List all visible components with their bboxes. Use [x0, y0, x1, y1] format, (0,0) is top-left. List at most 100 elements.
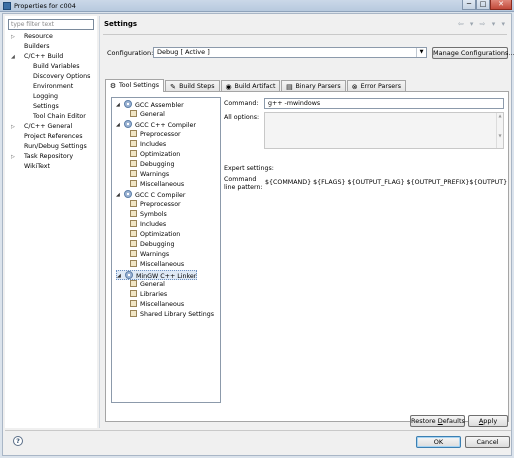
sidebar-item[interactable]: ▷ C/C++ General — [5, 122, 97, 132]
tool-tree-label: Warnings — [140, 171, 170, 178]
sidebar-item[interactable]: Build Variables — [5, 62, 97, 72]
tool-tree-tool[interactable]: ◢ GCC C Compiler — [116, 190, 185, 200]
category-tree: ▷ Resource Builders ◢ C/C++ Build Build Varia… — [5, 32, 97, 172]
tool-tree-label: Libraries — [140, 291, 168, 298]
tool-tree-label: Miscellaneous — [140, 301, 185, 308]
tool-tree-page[interactable]: Miscellaneous — [130, 260, 184, 270]
tool-tree-label: General — [140, 111, 165, 118]
ok-button[interactable]: OK — [416, 436, 461, 448]
tab-icon: ✎ — [170, 83, 176, 91]
restore-label-pre: Restore — [411, 417, 438, 425]
expand-arrow-icon[interactable]: ▷ — [11, 122, 15, 132]
tool-tree-label: GCC C++ Compiler — [135, 122, 196, 129]
tool-tree-tool[interactable]: ◢ GCC Assembler — [116, 100, 184, 110]
tab-label: Tool Settings — [119, 82, 160, 89]
history-nav-arrows[interactable]: ⇦ ▾ ⇨ ▾ ▾ — [458, 20, 507, 28]
gear-icon — [124, 100, 132, 108]
restore-defaults-button[interactable]: Restore Defaults — [410, 415, 465, 427]
all-options-scrollbar[interactable]: ▲ ▼ — [496, 113, 503, 148]
tool-tree-page[interactable]: Preprocessor — [130, 200, 181, 210]
tool-tree-page[interactable]: Libraries — [130, 290, 167, 300]
sidebar-item[interactable]: Builders — [5, 42, 97, 52]
tool-tree-label: Optimization — [140, 231, 181, 238]
chevron-down-icon[interactable]: ▼ — [416, 48, 426, 57]
settings-page: Settings ⇦ ▾ ⇨ ▾ ▾ Configuration: Debug … — [101, 16, 514, 428]
manage-configurations-button[interactable]: Manage Configurations... — [432, 47, 514, 59]
expand-arrow-icon[interactable]: ▷ — [11, 32, 15, 42]
apply-label-post: pply — [483, 417, 498, 425]
sidebar-item-label: WikiText — [24, 163, 50, 170]
sidebar-item[interactable]: Run/Debug Settings — [5, 142, 97, 152]
tool-tree-page[interactable]: Warnings — [130, 250, 169, 260]
sidebar-item-label: C/C++ General — [24, 123, 73, 130]
page-icon — [130, 210, 137, 217]
sidebar-item-label: Tool Chain Editor — [33, 113, 86, 120]
cancel-button[interactable]: Cancel — [465, 436, 510, 448]
sidebar-item[interactable]: Logging — [5, 92, 97, 102]
page-icon — [130, 310, 137, 317]
tool-tree-page[interactable]: Miscellaneous — [130, 300, 184, 310]
tool-tree-tool[interactable]: ◢ GCC C++ Compiler — [116, 120, 196, 130]
sidebar-item-label: Settings — [33, 103, 59, 110]
title-bar: Properties for c004 ─ □ ✕ — [0, 0, 514, 12]
command-input[interactable]: g++ -mwindows — [264, 98, 504, 109]
sidebar-item[interactable]: Settings — [5, 102, 97, 112]
pattern-label-line2: line pattern: — [224, 184, 263, 191]
collapse-arrow-icon[interactable]: ◢ — [11, 52, 15, 62]
title-separator — [103, 34, 507, 35]
tool-tree-label: Debugging — [140, 161, 175, 168]
sidebar-item[interactable]: WikiText — [5, 162, 97, 172]
tool-tree-page[interactable]: General — [130, 110, 165, 120]
filter-input[interactable]: type filter text — [8, 19, 94, 30]
tool-tree-page[interactable]: Includes — [130, 140, 166, 150]
sidebar-item[interactable]: Project References — [5, 132, 97, 142]
tab-tool-settings[interactable]: ⚙ Tool Settings — [105, 79, 165, 92]
help-icon[interactable]: ? — [13, 436, 23, 446]
tool-tree-page[interactable]: Miscellaneous — [130, 180, 184, 190]
tool-tree-page[interactable]: Debugging — [130, 240, 174, 250]
tool-tree-page[interactable]: Includes — [130, 220, 166, 230]
tab-icon: ◉ — [225, 83, 232, 91]
minimize-button[interactable]: ─ — [462, 0, 476, 10]
dialog-client: type filter text ▷ Resource Builders ◢ C/C++… — [2, 13, 514, 456]
page-icon — [130, 130, 137, 137]
tool-tree-page[interactable]: Optimization — [130, 230, 180, 240]
tool-tree-page[interactable]: Debugging — [130, 160, 174, 170]
sash-divider[interactable] — [99, 16, 100, 428]
sidebar-item[interactable]: Tool Chain Editor — [5, 112, 97, 122]
collapse-arrow-icon[interactable]: ◢ — [116, 100, 120, 110]
page-icon — [130, 300, 137, 307]
collapse-arrow-icon[interactable]: ◢ — [117, 271, 121, 281]
page-icon — [130, 170, 137, 177]
expert-settings-label: Expert settings: — [224, 165, 274, 172]
expand-arrow-icon[interactable]: ▷ — [11, 152, 15, 162]
tool-tree: ◢ GCC Assembler General ◢ GCC C++ Compiler Pr… — [111, 97, 221, 403]
configuration-select[interactable]: Debug [ Active ] ▼ — [153, 47, 427, 58]
command-line-pattern-input[interactable]: ${COMMAND} ${FLAGS} ${OUTPUT_FLAG} ${OUT… — [264, 177, 508, 189]
tab-label: Build Artifact — [234, 83, 276, 90]
collapse-arrow-icon[interactable]: ◢ — [116, 190, 120, 200]
sidebar-item[interactable]: Environment — [5, 82, 97, 92]
maximize-button[interactable]: □ — [476, 0, 490, 10]
tool-tree-page[interactable]: Symbols — [130, 210, 167, 220]
tool-tree-page[interactable]: Optimization — [130, 150, 180, 160]
tool-tree-page[interactable]: Warnings — [130, 170, 169, 180]
sidebar-item[interactable]: Discovery Options — [5, 72, 97, 82]
apply-button[interactable]: Apply — [468, 415, 508, 427]
collapse-arrow-icon[interactable]: ◢ — [116, 120, 120, 130]
sidebar-item[interactable]: ▷ Task Repository — [5, 152, 97, 162]
close-window-button[interactable]: ✕ — [490, 0, 512, 10]
tab-icon: ⊗ — [351, 83, 358, 91]
left-navigation-panel: type filter text ▷ Resource Builders ◢ C/C++… — [5, 16, 97, 428]
tab-label: Build Steps — [179, 83, 215, 90]
tool-tree-label: Optimization — [140, 151, 181, 158]
tool-tree-page[interactable]: Shared Library Settings — [130, 310, 214, 320]
tool-tree-tool[interactable]: ◢ MinGW C++ Linker — [116, 270, 198, 281]
sidebar-item[interactable]: ◢ C/C++ Build — [5, 52, 97, 62]
tool-tree-page[interactable]: Preprocessor — [130, 130, 181, 140]
page-icon — [130, 150, 137, 157]
sidebar-item[interactable]: ▷ Resource — [5, 32, 97, 42]
tool-tree-page[interactable]: General — [130, 280, 165, 290]
sidebar-item-label: Logging — [33, 93, 58, 100]
tool-settings-panel: ◢ GCC Assembler General ◢ GCC C++ Compiler Pr… — [105, 91, 509, 422]
